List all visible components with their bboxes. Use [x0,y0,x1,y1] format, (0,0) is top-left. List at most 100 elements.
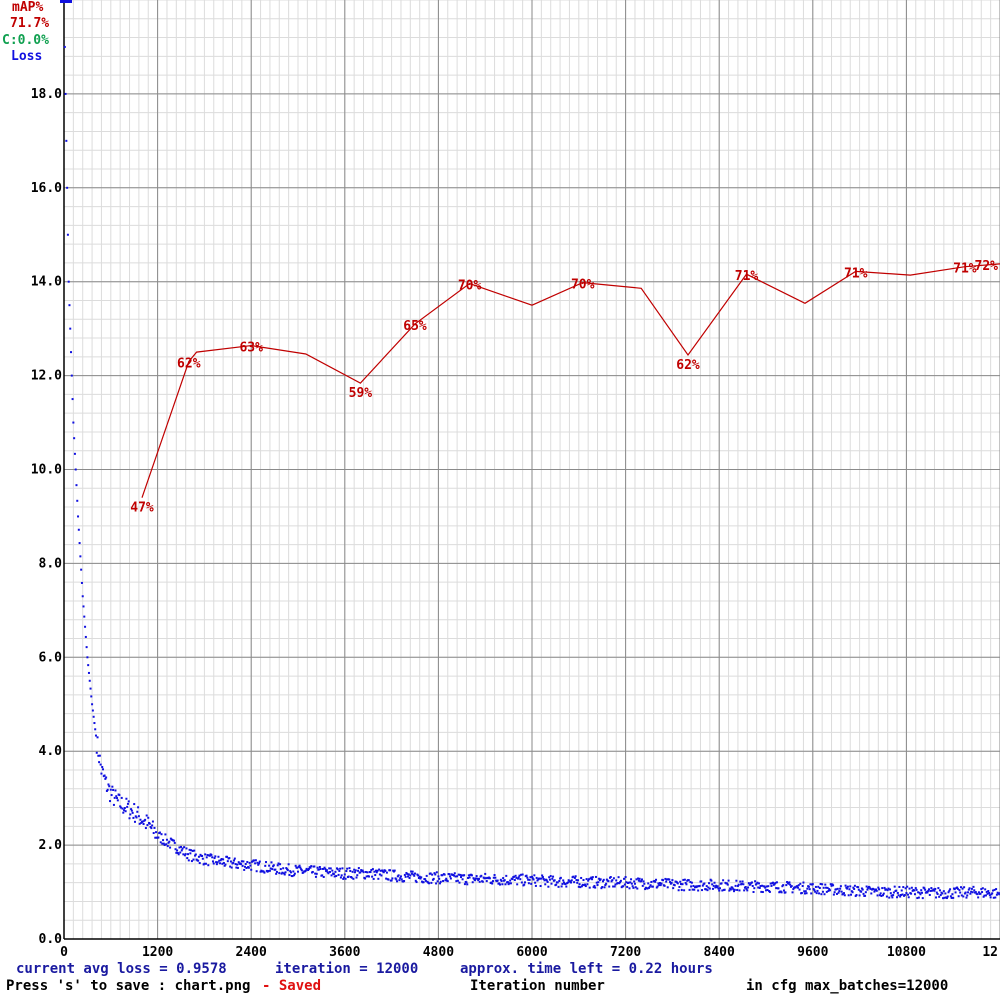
loss-point [255,870,258,873]
loss-point [166,845,169,848]
loss-point [391,877,394,880]
loss-point [477,877,480,880]
loss-point [284,871,287,874]
loss-point [790,885,793,888]
loss-point [671,879,674,882]
loss-point [278,872,281,875]
loss-point [478,880,481,883]
loss-point [115,795,118,798]
loss-point [250,868,253,871]
loss-point [70,374,73,377]
loss-point [319,867,322,870]
loss-point [824,883,827,886]
loss-point [322,875,325,878]
loss-point [509,879,512,882]
loss-point [860,890,863,893]
loss-point [316,866,319,869]
loss-point [832,893,835,896]
loss-point [230,866,233,869]
loss-point [722,879,725,882]
loss-point [520,881,523,884]
loss-point [362,871,365,874]
loss-point [151,820,154,823]
loss-point [275,872,278,875]
loss-point [718,887,721,890]
loss-point [172,839,175,842]
loss-point [76,499,79,502]
loss-point [86,656,89,659]
loss-point [91,703,94,706]
loss-point [431,873,434,876]
map-label: 71% [735,269,759,284]
loss-point [420,876,423,879]
loss-point [591,876,594,879]
loss-point [436,880,439,883]
loss-point [80,568,83,571]
loss-point [395,878,398,881]
loss-point [352,877,355,880]
loss-point [917,896,920,899]
loss-point [351,870,354,873]
loss-point [258,862,260,865]
loss-point [913,893,916,896]
loss-point [461,878,464,881]
loss-point [98,754,101,757]
loss-point [628,887,631,890]
loss-point [930,887,933,890]
loss-point [630,878,633,881]
loss-point [683,889,686,892]
loss-point [263,871,266,874]
x-tick-label: 3600 [329,945,360,960]
loss-point [265,861,268,864]
loss-point [367,875,370,878]
loss-point [294,864,297,867]
loss-point [393,869,396,872]
loss-point [176,849,179,852]
map-label: 62% [177,357,201,372]
loss-point [898,885,901,888]
loss-point [183,846,186,849]
loss-point [638,877,641,880]
loss-point [605,882,608,885]
loss-point [642,880,645,883]
loss-point [509,882,512,885]
loss-point [989,896,992,899]
loss-point [673,884,676,887]
loss-point [110,794,113,797]
loss-point [112,788,115,791]
loss-point [496,879,499,882]
loss-point [300,869,303,872]
loss-point [385,871,388,874]
y-tick-label: 8.0 [39,556,63,571]
loss-point [942,890,945,893]
loss-point [81,595,84,598]
loss-point [126,802,129,805]
loss-point [84,625,87,628]
loss-point [823,893,826,896]
loss-point [650,880,653,883]
loss-point [331,869,334,872]
loss-point [90,695,93,698]
loss-point [839,887,842,890]
loss-point [82,605,85,608]
loss-point [279,863,282,866]
loss-point [364,877,367,880]
loss-point [133,803,136,806]
loss-point [232,861,235,864]
loss-point [853,887,856,890]
loss-point [782,889,785,892]
loss-point [964,891,967,894]
loss-point [371,868,374,871]
loss-point [102,768,104,771]
loss-point [64,92,67,95]
loss-point [557,885,560,888]
loss-point [275,870,278,873]
loss-point [89,687,92,690]
loss-point [157,836,160,839]
map-label: 71% [844,266,868,281]
loss-point [523,881,526,884]
loss-point [973,889,976,892]
loss-point [881,887,884,890]
loss-point [938,889,941,892]
loss-point [442,880,445,883]
